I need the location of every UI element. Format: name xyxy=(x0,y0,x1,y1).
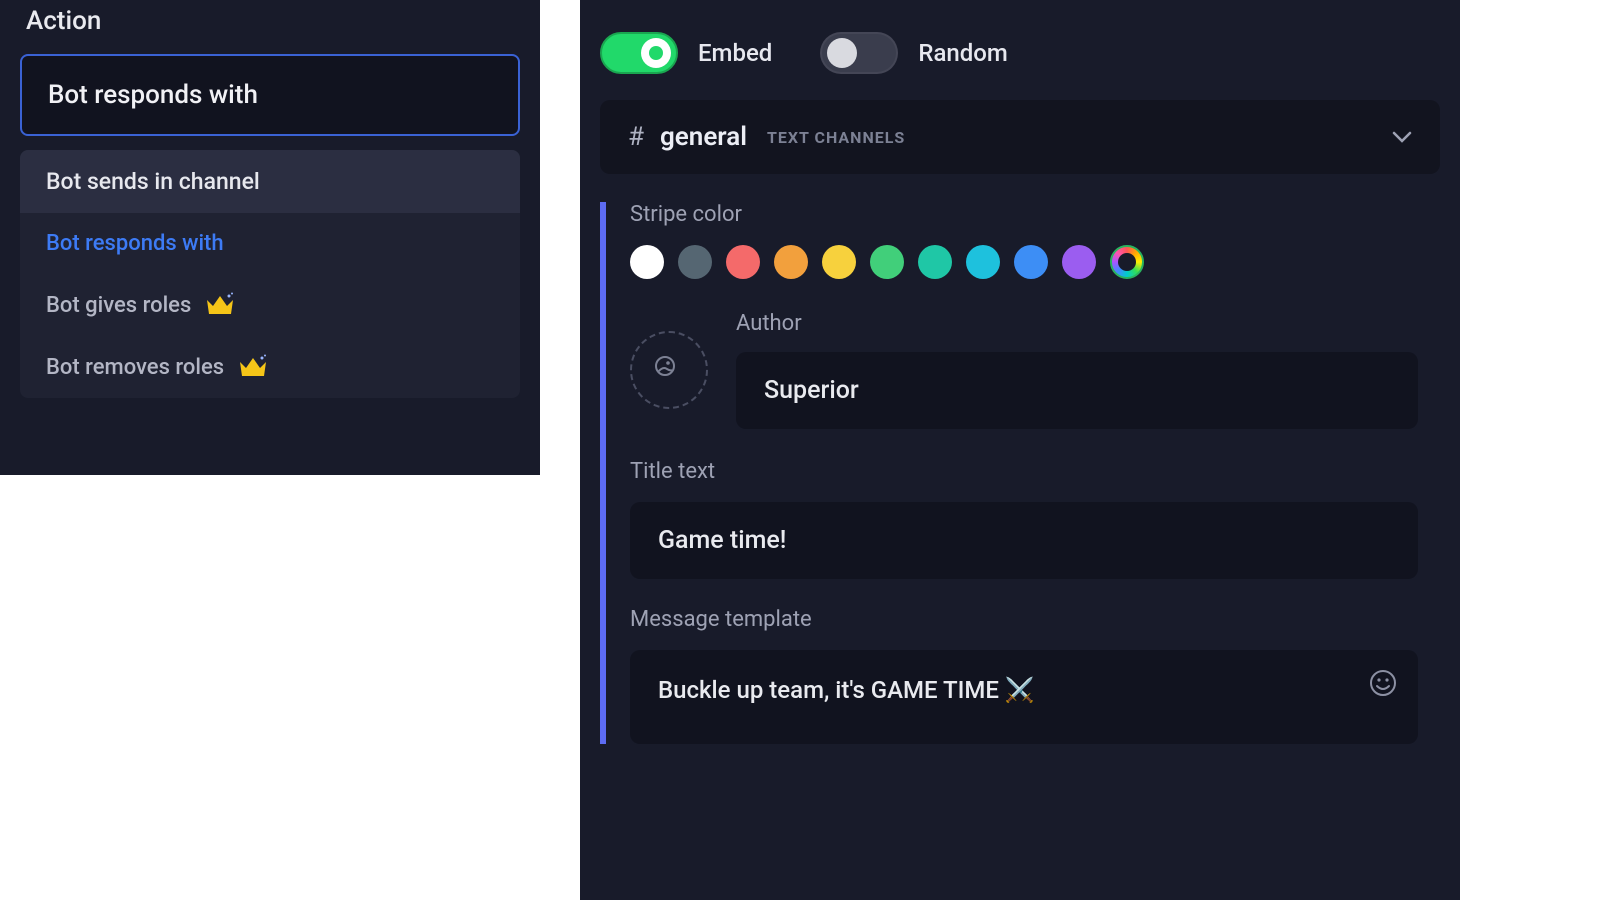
color-swatch[interactable] xyxy=(1062,245,1096,279)
random-toggle-label: Random xyxy=(918,39,1007,67)
color-swatch[interactable] xyxy=(1014,245,1048,279)
color-swatch[interactable] xyxy=(678,245,712,279)
color-swatch[interactable] xyxy=(726,245,760,279)
action-option-removes-roles[interactable]: Bot removes roles xyxy=(20,336,520,398)
action-dropdown: Bot sends in channel Bot responds with B… xyxy=(20,150,520,398)
action-heading: Action xyxy=(20,0,520,54)
action-panel: Action Bot responds with Bot sends in ch… xyxy=(0,0,540,475)
color-swatch[interactable] xyxy=(966,245,1000,279)
channel-picker[interactable]: # general TEXT CHANNELS xyxy=(600,100,1440,174)
action-option-label: Bot sends in channel xyxy=(46,168,260,195)
channel-name: general xyxy=(660,122,747,152)
embed-toggle[interactable] xyxy=(600,32,678,74)
author-input[interactable]: Superior xyxy=(736,352,1418,429)
color-picker-button[interactable] xyxy=(1110,245,1144,279)
crown-icon xyxy=(205,292,235,318)
action-option-label: Bot removes roles xyxy=(46,355,224,380)
image-icon xyxy=(651,352,687,388)
author-label: Author xyxy=(736,311,1418,336)
channel-group: TEXT CHANNELS xyxy=(767,128,905,147)
smiley-icon xyxy=(1368,668,1398,698)
color-swatch-row xyxy=(630,245,1418,279)
color-swatch[interactable] xyxy=(870,245,904,279)
embed-panel: Embed Random # general TEXT CHANNELS Str… xyxy=(580,0,1460,900)
action-option-gives-roles[interactable]: Bot gives roles xyxy=(20,274,520,336)
action-option-label: Bot responds with xyxy=(46,231,224,256)
toggles-row: Embed Random xyxy=(600,22,1440,100)
message-input[interactable]: Buckle up team, it's GAME TIME ⚔️ xyxy=(630,650,1418,744)
color-swatch[interactable] xyxy=(630,245,664,279)
action-option-sends[interactable]: Bot sends in channel xyxy=(20,150,520,213)
random-toggle[interactable] xyxy=(820,32,898,74)
color-swatch[interactable] xyxy=(918,245,952,279)
color-swatch[interactable] xyxy=(822,245,856,279)
action-select[interactable]: Bot responds with xyxy=(20,54,520,136)
author-avatar-upload[interactable] xyxy=(630,331,708,409)
message-text: Buckle up team, it's GAME TIME ⚔️ xyxy=(658,676,1035,704)
embed-stripe-area: Stripe color Author Superior Title text … xyxy=(600,202,1440,744)
chevron-down-icon xyxy=(1392,131,1412,143)
stripe-color-label: Stripe color xyxy=(630,202,1418,227)
color-swatch[interactable] xyxy=(774,245,808,279)
crown-icon xyxy=(238,354,268,380)
message-label: Message template xyxy=(630,607,1418,632)
random-toggle-wrap: Random xyxy=(820,32,1007,74)
action-option-responds[interactable]: Bot responds with xyxy=(20,213,520,274)
action-option-label: Bot gives roles xyxy=(46,293,191,318)
author-row: Author Superior xyxy=(630,311,1418,429)
embed-toggle-wrap: Embed xyxy=(600,32,772,74)
title-label: Title text xyxy=(630,459,1418,484)
emoji-picker-button[interactable] xyxy=(1368,668,1398,698)
embed-toggle-label: Embed xyxy=(698,39,772,67)
title-input[interactable]: Game time! xyxy=(630,502,1418,579)
hash-icon: # xyxy=(628,122,644,152)
